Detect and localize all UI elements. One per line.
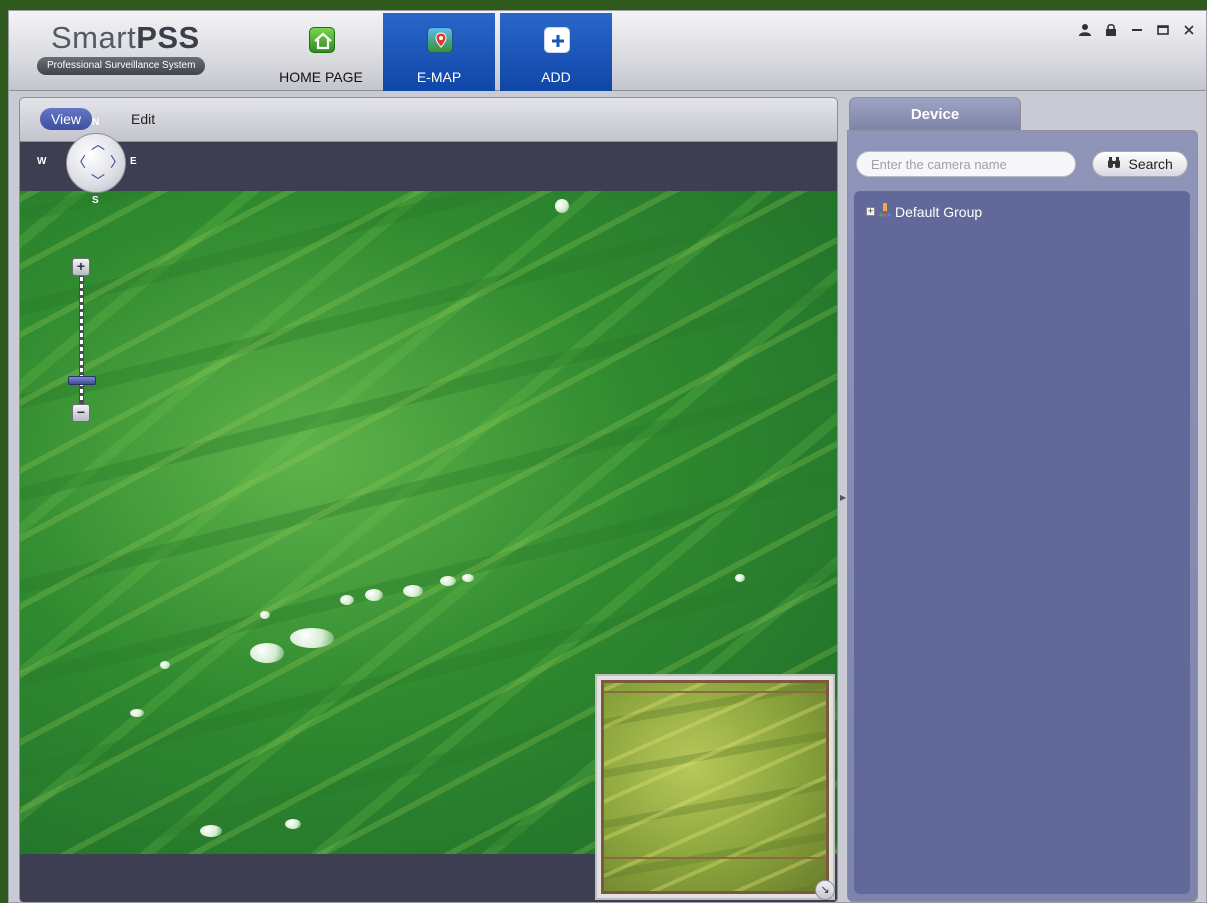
zoom-in-button[interactable]: +: [72, 258, 90, 276]
minimize-icon[interactable]: [1130, 23, 1144, 40]
water-droplet: [365, 589, 383, 601]
water-droplet: [403, 585, 423, 597]
top-bar: SmartPSS Professional Surveillance Syste…: [9, 11, 1206, 91]
overview-map-image: [601, 680, 829, 894]
tab-device[interactable]: Device: [849, 97, 1021, 131]
compass-east-label: E: [130, 156, 137, 167]
water-droplet: [555, 199, 569, 213]
compass-north-label: N: [92, 117, 100, 128]
nav-tab-home-page[interactable]: HOME PAGE: [265, 13, 377, 91]
water-droplet: [260, 611, 270, 619]
compass-west-label: W: [37, 156, 47, 167]
water-droplet: [130, 709, 144, 717]
search-button[interactable]: Search: [1092, 151, 1188, 177]
brand-name: SmartPSS: [51, 20, 200, 55]
close-icon[interactable]: [1182, 23, 1196, 40]
overview-map[interactable]: ↘: [595, 674, 835, 900]
water-droplet: [340, 595, 354, 605]
camera-search-input[interactable]: [856, 151, 1076, 177]
maximize-icon[interactable]: [1156, 23, 1170, 40]
plus-icon: [544, 27, 570, 53]
map-toolbar: View Edit: [20, 98, 837, 142]
pan-left-icon[interactable]: 〈: [72, 155, 86, 169]
panel-splitter-icon[interactable]: ▶: [840, 493, 846, 502]
nav-tab-label: E-MAP: [416, 69, 462, 85]
overview-viewport-rect[interactable]: [604, 691, 826, 859]
pan-up-icon[interactable]: ︿: [91, 137, 105, 151]
pan-down-icon[interactable]: ﹀: [91, 174, 105, 188]
collapse-overview-icon[interactable]: ↘: [815, 880, 835, 900]
search-button-label: Search: [1128, 156, 1173, 172]
group-icon: [879, 203, 891, 220]
user-icon[interactable]: [1078, 23, 1092, 40]
pan-control: ︿ ﹀ 〈 〉: [66, 133, 126, 193]
water-droplet: [250, 643, 284, 663]
zoom-slider-handle[interactable]: [68, 376, 96, 385]
device-panel: Search + Default Group: [847, 130, 1198, 902]
water-droplet: [440, 576, 456, 586]
water-droplet: [285, 819, 301, 829]
device-tree: + Default Group: [854, 191, 1190, 894]
brand-logo: SmartPSS Professional Surveillance Syste…: [37, 21, 242, 75]
tree-item-label: Default Group: [895, 203, 983, 220]
zoom-out-button[interactable]: −: [72, 404, 90, 422]
smartpss-window: SmartPSS Professional Surveillance Syste…: [8, 10, 1207, 903]
nav-tab-add[interactable]: ADD: [500, 13, 612, 91]
water-droplet: [735, 574, 745, 582]
lock-icon[interactable]: [1104, 23, 1118, 40]
nav-tab-label: HOME PAGE: [279, 69, 363, 85]
water-droplet: [290, 628, 334, 648]
expand-icon[interactable]: +: [866, 207, 875, 216]
compass-south-label: S: [92, 195, 99, 206]
nav-tab-label: ADD: [541, 69, 571, 85]
edit-mode-button[interactable]: Edit: [131, 108, 155, 130]
nav-tab-e-map[interactable]: E-MAP: [383, 13, 495, 91]
brand-subtitle: Professional Surveillance System: [37, 57, 206, 75]
binoculars-icon: [1107, 157, 1124, 172]
home-icon: [309, 27, 335, 53]
e-map-panel: View Edit N S W E ︿ ﹀ 〈 〉 + − ↘: [19, 97, 838, 902]
water-droplet: [160, 661, 170, 669]
map-pin-icon: [427, 27, 453, 53]
tree-item-default-group[interactable]: + Default Group: [866, 203, 982, 220]
water-droplet: [462, 574, 474, 582]
pan-right-icon[interactable]: 〉: [110, 155, 124, 169]
map-compass: N S W E ︿ ﹀ 〈 〉: [34, 113, 137, 213]
window-controls: [1078, 23, 1196, 40]
water-droplet: [200, 825, 222, 837]
